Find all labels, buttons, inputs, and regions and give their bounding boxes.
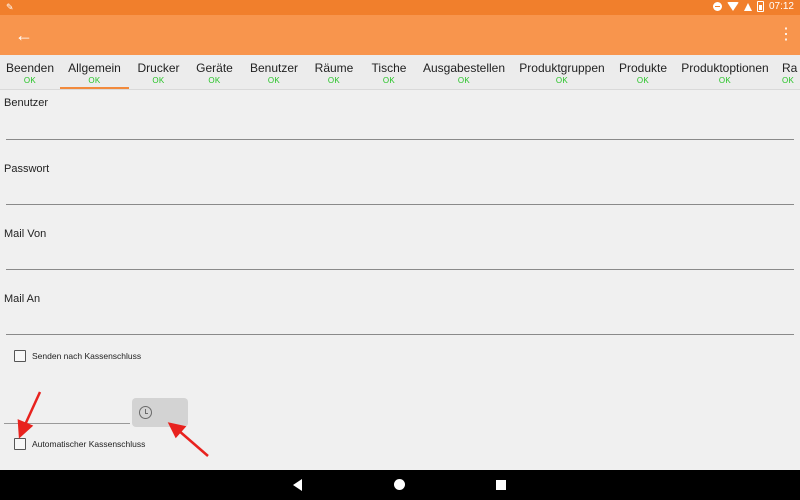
tab-drucker[interactable]: Drucker OK <box>131 55 186 89</box>
status-icons: 07:12 <box>712 1 794 12</box>
tab-beenden[interactable]: Beenden OK <box>0 55 60 89</box>
tab-status: OK <box>782 76 795 85</box>
tab-raeume[interactable]: Räume OK <box>310 55 358 89</box>
tab-label: Produkte <box>618 61 668 75</box>
tab-label: Produktoptionen <box>681 61 769 75</box>
time-picker-button[interactable] <box>132 398 188 427</box>
benutzer-input[interactable] <box>6 115 794 137</box>
more-vert-icon[interactable]: ⋮ <box>778 25 794 45</box>
tab-status: OK <box>718 76 732 85</box>
tab-status: OK <box>382 76 396 85</box>
data-arrow-icon <box>743 2 752 11</box>
time-input[interactable] <box>4 402 130 422</box>
tab-label: Produktgruppen <box>519 61 605 75</box>
tab-label: Drucker <box>137 61 180 75</box>
send-after-close-label: Senden nach Kassenschluss <box>32 351 142 361</box>
tab-produkte[interactable]: Produkte OK <box>614 55 672 89</box>
mail-an-label: Mail An <box>4 293 41 305</box>
clock-icon <box>139 406 152 419</box>
tab-status: OK <box>152 76 165 85</box>
benutzer-underline <box>6 139 794 140</box>
navigation-bar <box>0 470 800 500</box>
tab-produktgruppen[interactable]: Produktgruppen OK <box>516 55 608 89</box>
passwort-label: Passwort <box>4 163 50 175</box>
tab-status: OK <box>327 76 341 85</box>
tab-bar: Beenden OK Allgemein OK Drucker OK Gerät… <box>0 55 800 90</box>
checkbox-box[interactable] <box>14 438 26 450</box>
tab-status: OK <box>636 76 650 85</box>
battery-icon <box>756 1 764 12</box>
tab-label: Allgemein <box>68 61 121 75</box>
mail-an-underline <box>6 334 794 335</box>
app-notification-icon: ✎ <box>6 2 14 12</box>
tab-status: OK <box>555 76 569 85</box>
do-not-disturb-icon <box>712 2 722 11</box>
auto-close-checkbox[interactable]: Automatischer Kassenschluss <box>14 438 145 450</box>
tab-benutzer[interactable]: Benutzer OK <box>245 55 303 89</box>
annotation-arrow-line <box>177 429 209 457</box>
arrow-left-icon[interactable]: ← <box>14 25 34 45</box>
tab-status: OK <box>457 76 471 85</box>
benutzer-label: Benutzer <box>4 97 49 109</box>
app-bar: ← ⋮ <box>0 15 800 55</box>
tab-status: OK <box>208 76 221 85</box>
auto-close-label: Automatischer Kassenschluss <box>32 439 146 449</box>
tab-label: Ausgabestellen <box>422 61 506 75</box>
tab-label: Geräte <box>196 61 233 75</box>
status-time: 07:12 <box>768 1 794 12</box>
tab-label: Tische <box>371 61 407 75</box>
tab-label: Benutzer <box>249 61 299 75</box>
tab-ausgabestellen[interactable]: Ausgabestellen OK <box>420 55 508 89</box>
passwort-underline <box>6 204 794 205</box>
tab-status: OK <box>23 76 37 85</box>
time-underline <box>4 423 130 424</box>
send-after-close-checkbox[interactable]: Senden nach Kassenschluss <box>14 350 141 362</box>
checkbox-box[interactable] <box>14 350 26 362</box>
tab-label: Ra <box>782 61 798 75</box>
mail-von-underline <box>6 269 794 270</box>
tab-label: Räume <box>314 61 354 75</box>
mail-von-input[interactable] <box>6 245 794 267</box>
mail-an-input[interactable] <box>6 310 794 332</box>
mail-von-label: Mail Von <box>4 228 47 240</box>
tab-status: OK <box>88 76 101 85</box>
tab-label: Beenden <box>5 61 55 75</box>
tab-allgemein[interactable]: Allgemein OK <box>60 55 129 89</box>
tab-geraete[interactable]: Geräte OK <box>190 55 239 89</box>
tab-ra[interactable]: Ra OK <box>782 55 800 89</box>
tab-tische[interactable]: Tische OK <box>365 55 413 89</box>
wifi-icon <box>726 2 739 11</box>
tab-status: OK <box>267 76 281 85</box>
passwort-input[interactable] <box>6 180 794 202</box>
status-bar: ✎ 07:12 <box>0 0 800 15</box>
tab-produktoptionen[interactable]: Produktoptionen OK <box>678 55 772 89</box>
